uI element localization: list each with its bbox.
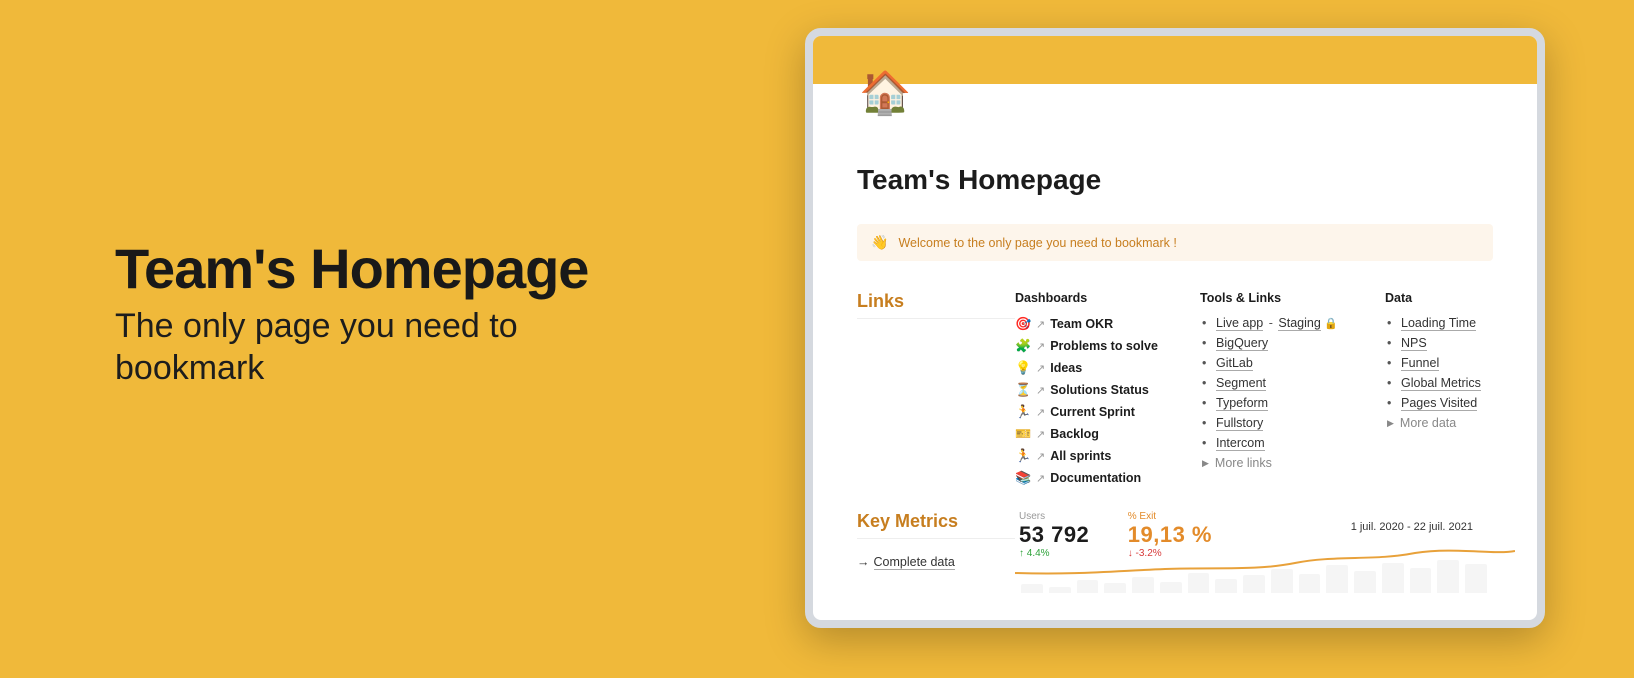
complete-data-link[interactable]: →Complete data	[857, 549, 1015, 569]
tools-item: Intercom	[1200, 433, 1385, 453]
dashboard-item[interactable]: 💡 ↗ Ideas	[1015, 357, 1200, 379]
links-section-title: Links	[857, 291, 1015, 319]
data-item: Funnel	[1385, 353, 1493, 373]
dashboard-item-icon: 🎫	[1015, 426, 1031, 442]
dashboard-item-icon: 💡	[1015, 360, 1031, 376]
tool-link[interactable]: BigQuery	[1216, 336, 1268, 351]
dashboard-item[interactable]: ⏳ ↗ Solutions Status	[1015, 379, 1200, 401]
app-window: 🏠 Team's Homepage 👋 Welcome to the only …	[805, 28, 1545, 628]
dashboard-item-icon: 🏃	[1015, 448, 1031, 464]
dashboard-item[interactable]: 🎯 ↗ Team OKR	[1015, 313, 1200, 335]
welcome-callout: 👋 Welcome to the only page you need to b…	[857, 224, 1493, 261]
tools-list: Live app - Staging 🔒	[1200, 313, 1385, 333]
metrics-section-title: Key Metrics	[857, 511, 1015, 539]
wave-icon: 👋	[871, 234, 888, 251]
data-link[interactable]: Global Metrics	[1401, 376, 1481, 391]
dashboard-item-icon: 🎯	[1015, 316, 1031, 332]
dashboard-item[interactable]: 🏃 ↗ Current Sprint	[1015, 401, 1200, 423]
data-header: Data	[1385, 291, 1493, 305]
data-link[interactable]: Pages Visited	[1401, 396, 1477, 411]
tools-item: Typeform	[1200, 393, 1385, 413]
dashboards-header: Dashboards	[1015, 291, 1200, 305]
tool-link[interactable]: GitLab	[1216, 356, 1253, 371]
data-link[interactable]: Loading Time	[1401, 316, 1476, 331]
dashboard-item-label: Current Sprint	[1050, 405, 1135, 419]
tools-item-liveapp: Live app - Staging 🔒	[1200, 313, 1385, 333]
tools-item: BigQuery	[1200, 333, 1385, 353]
dashboard-item-label: All sprints	[1050, 449, 1111, 463]
dashboards-list: 🎯 ↗ Team OKR 🧩 ↗ Problems to solve 💡 ↗ Ideas ⏳ ↗ So…	[1015, 313, 1200, 489]
callout-text: Welcome to the only page you need to boo…	[898, 236, 1176, 250]
data-link[interactable]: NPS	[1401, 336, 1427, 351]
dashboard-item-label: Team OKR	[1050, 317, 1113, 331]
dashboard-item-icon: 🏃	[1015, 404, 1031, 420]
tools-item: GitLab	[1200, 353, 1385, 373]
dashboard-item-icon: 📚	[1015, 470, 1031, 486]
dashboard-item-label: Solutions Status	[1050, 383, 1149, 397]
page-title: Team's Homepage	[857, 164, 1493, 196]
external-arrow-icon: ↗	[1036, 428, 1045, 441]
users-label: Users	[1019, 511, 1089, 522]
link-staging[interactable]: Staging	[1278, 316, 1320, 331]
dashboard-item-label: Ideas	[1050, 361, 1082, 375]
spark-line	[1015, 541, 1515, 581]
tools-header: Tools & Links	[1200, 291, 1385, 305]
dashboard-item-label: Problems to solve	[1050, 339, 1158, 353]
lock-icon: 🔒	[1324, 318, 1338, 330]
dashboard-item-label: Documentation	[1050, 471, 1141, 485]
data-list: Loading Time NPS Funnel Global Metrics Pages…	[1385, 313, 1493, 413]
metrics-panel: Users 53 792 ↑ 4.4% % Exit 19,13 % ↓ -3.…	[1015, 511, 1493, 569]
hero-title: Team's Homepage	[115, 240, 675, 299]
dashboard-item-label: Backlog	[1050, 427, 1099, 441]
tools-list-rest: BigQuery GitLab Segment Typeform Fullstory In…	[1200, 333, 1385, 453]
tool-link[interactable]: Typeform	[1216, 396, 1268, 411]
link-live-app[interactable]: Live app	[1216, 316, 1263, 331]
date-range: 1 juil. 2020 - 22 juil. 2021	[1351, 521, 1473, 533]
tool-link[interactable]: Segment	[1216, 376, 1266, 391]
exit-label: % Exit	[1128, 511, 1212, 522]
dashboard-item[interactable]: 🏃 ↗ All sprints	[1015, 445, 1200, 467]
external-arrow-icon: ↗	[1036, 406, 1045, 419]
data-link[interactable]: Funnel	[1401, 356, 1439, 371]
external-arrow-icon: ↗	[1036, 318, 1045, 331]
data-item: NPS	[1385, 333, 1493, 353]
external-arrow-icon: ↗	[1036, 472, 1045, 485]
data-item: Loading Time	[1385, 313, 1493, 333]
data-item: Global Metrics	[1385, 373, 1493, 393]
hero-subtitle: The only page you need to bookmark	[115, 305, 675, 390]
triangle-right-icon: ▶	[1202, 458, 1209, 469]
external-arrow-icon: ↗	[1036, 450, 1045, 463]
more-links-toggle[interactable]: ▶ More links	[1200, 453, 1385, 473]
dashboard-item[interactable]: 🧩 ↗ Problems to solve	[1015, 335, 1200, 357]
hero-text: Team's Homepage The only page you need t…	[115, 240, 675, 390]
dashboard-item-icon: 🧩	[1015, 338, 1031, 354]
triangle-right-icon: ▶	[1387, 418, 1394, 429]
data-item: Pages Visited	[1385, 393, 1493, 413]
more-data-toggle[interactable]: ▶ More data	[1385, 413, 1493, 433]
tools-item: Segment	[1200, 373, 1385, 393]
dashboard-item[interactable]: 🎫 ↗ Backlog	[1015, 423, 1200, 445]
house-icon: 🏠	[859, 72, 911, 114]
tool-link[interactable]: Intercom	[1216, 436, 1265, 451]
tool-link[interactable]: Fullstory	[1216, 416, 1263, 431]
tools-item: Fullstory	[1200, 413, 1385, 433]
dashboard-item[interactable]: 📚 ↗ Documentation	[1015, 467, 1200, 489]
external-arrow-icon: ↗	[1036, 362, 1045, 375]
external-arrow-icon: ↗	[1036, 340, 1045, 353]
external-arrow-icon: ↗	[1036, 384, 1045, 397]
cover-banner	[813, 36, 1537, 84]
dashboard-item-icon: ⏳	[1015, 382, 1031, 398]
